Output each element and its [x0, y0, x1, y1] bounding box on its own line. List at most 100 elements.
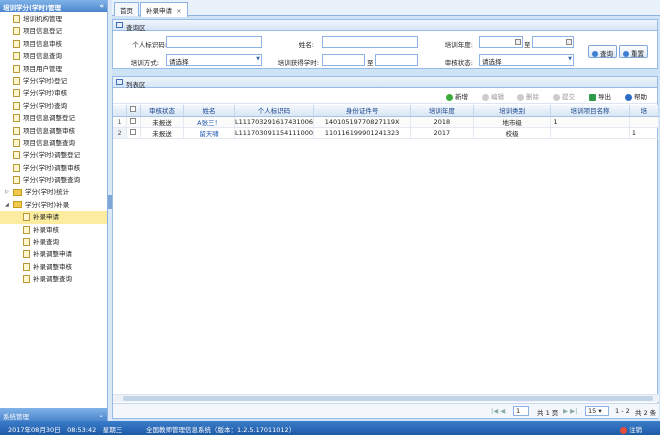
- page-icon: [23, 262, 30, 271]
- id-input[interactable]: [166, 36, 262, 48]
- delete-icon: [517, 93, 524, 101]
- column-header[interactable]: 身份证件号: [313, 105, 412, 117]
- chevron-down-icon[interactable]: ◢: [5, 199, 9, 211]
- delete-button[interactable]: 删除: [517, 91, 539, 101]
- nav-tree: 培训机构管理 项目信息登记 项目信息审核 项目信息查询 项目用户管理 学分(学时)登记 学分…: [0, 13, 107, 286]
- sidebar-item-18[interactable]: 补录查询: [0, 236, 107, 248]
- system-version: 全国教师管理信息系统（版本：1.2.5.17011012）: [146, 426, 296, 434]
- page-number-input[interactable]: 1: [513, 406, 529, 416]
- datetime: 2017年08月30日 08:53:42 星期三: [8, 426, 123, 434]
- sidebar-title[interactable]: 培训学分(学时)管理 «: [0, 0, 107, 12]
- sidebar-item-13[interactable]: 学分(学时)调整查询: [0, 174, 107, 186]
- export-button[interactable]: 导出: [589, 91, 611, 101]
- sidebar-item-6[interactable]: 学分(学时)审核: [0, 87, 107, 99]
- sidebar-item-label: 补录调整审核: [33, 262, 72, 271]
- list-panel: 列表区 新增 编辑 删除 提交 导出 帮助 审核状态 姓名 个人标识码 身份证件…: [112, 76, 659, 419]
- column-header[interactable]: 审核状态: [140, 105, 185, 117]
- sidebar-item-20[interactable]: 补录调整审核: [0, 261, 107, 273]
- scrollbar-thumb[interactable]: [123, 396, 653, 401]
- sidebar-item-7[interactable]: 学分(学时)查询: [0, 100, 107, 112]
- table-row[interactable]: 1 未报送 A张三！ L111703291617431006 140105197…: [113, 116, 659, 128]
- column-header[interactable]: 培训项目名称: [550, 105, 630, 117]
- page-size-select[interactable]: 15 ▾: [585, 406, 609, 416]
- column-header[interactable]: 培训类别: [473, 105, 552, 117]
- chevron-down-icon: ▼: [568, 56, 572, 62]
- calendar-icon[interactable]: [566, 39, 572, 45]
- page-icon: [23, 250, 30, 259]
- name-input[interactable]: [322, 36, 418, 48]
- calendar-icon[interactable]: [515, 39, 521, 45]
- sidebar-item-0[interactable]: 培训机构管理: [0, 13, 107, 25]
- query-panel: 查询区 个人标识码: 姓名: 培训年度: 至 培训方式: 请选择 ▼ 培训获得学时…: [112, 19, 658, 69]
- id-label: 个人标识码:: [132, 41, 167, 49]
- edit-button[interactable]: 编辑: [482, 91, 504, 101]
- sidebar-item-5[interactable]: 学分(学时)登记: [0, 75, 107, 87]
- sidebar-footer-system-admin[interactable]: 系统管理 ⌄: [0, 408, 107, 421]
- pager: |◀ ◀ 1 共 1 页 ▶ ▶| 15 ▾ 1 - 2 共 2 条: [113, 403, 659, 418]
- sidebar-item-label: 学分(学时)统计: [25, 188, 70, 197]
- submit-button[interactable]: 提交: [553, 91, 575, 101]
- column-header[interactable]: 个人标识码: [234, 105, 315, 117]
- help-button[interactable]: 帮助: [625, 91, 647, 101]
- logout-icon: [620, 426, 627, 434]
- sidebar-item-12[interactable]: 学分(学时)调整审核: [0, 162, 107, 174]
- row-checkbox[interactable]: [126, 116, 141, 128]
- sidebar-item-9[interactable]: 项目信息调整审核: [0, 125, 107, 137]
- page-icon: [13, 151, 20, 160]
- sidebar-item-3[interactable]: 项目信息查询: [0, 50, 107, 62]
- chevron-right-icon[interactable]: ▷: [5, 186, 9, 198]
- tab-home[interactable]: 首页: [114, 2, 139, 16]
- select-all-checkbox[interactable]: [126, 105, 141, 117]
- sidebar-item-19[interactable]: 补录调整申请: [0, 248, 107, 260]
- row-checkbox[interactable]: [126, 127, 141, 139]
- method-select[interactable]: 请选择 ▼: [166, 54, 262, 66]
- record-range: 1 - 2: [615, 407, 630, 415]
- status-select[interactable]: 请选择 ▼: [479, 54, 574, 66]
- sidebar-item-label: 学分(学时)调整登记: [23, 151, 81, 160]
- tab-supplement-apply[interactable]: 补录申请 ×: [140, 2, 188, 17]
- total-pages: 共 1 页: [537, 409, 559, 417]
- name-link[interactable]: A张三！: [183, 116, 235, 128]
- page-icon: [23, 275, 30, 284]
- year-from-input[interactable]: [479, 36, 523, 48]
- page-icon: [13, 15, 20, 23]
- column-header[interactable]: 姓名: [183, 105, 235, 117]
- sidebar-item-10[interactable]: 项目信息调整查询: [0, 137, 107, 149]
- sidebar-item-21[interactable]: 补录调整查询: [0, 273, 107, 285]
- sidebar-item-label: 项目信息审核: [23, 39, 62, 48]
- reset-button[interactable]: 重置: [619, 45, 648, 58]
- add-button[interactable]: 新增: [446, 91, 468, 101]
- search-button[interactable]: 查询: [588, 45, 617, 58]
- record-total: 共 2 条: [635, 409, 657, 417]
- sidebar-item-16[interactable]: 补录申请: [0, 211, 107, 224]
- sidebar-item-14[interactable]: ▷ 学分(学时)统计: [0, 186, 107, 198]
- page-icon: [13, 163, 20, 172]
- page-icon: [13, 126, 20, 135]
- sidebar-item-2[interactable]: 项目信息审核: [0, 38, 107, 50]
- name-link[interactable]: 留天啸: [183, 127, 235, 139]
- sidebar-item-11[interactable]: 学分(学时)调整登记: [0, 149, 107, 161]
- table-row[interactable]: 2 未报送 留天啸 L111703091154111000 1101161999…: [113, 127, 659, 139]
- sidebar-item-label: 项目信息登记: [23, 27, 62, 36]
- sidebar-item-17[interactable]: 补录审核: [0, 224, 107, 236]
- column-header[interactable]: 培: [629, 105, 659, 117]
- sidebar-item-1[interactable]: 项目信息登记: [0, 25, 107, 37]
- sidebar-item-4[interactable]: 项目用户管理: [0, 63, 107, 75]
- collapse-icon[interactable]: «: [99, 2, 104, 10]
- hours-from-input[interactable]: [322, 54, 365, 66]
- sidebar-item-8[interactable]: 项目信息调整登记: [0, 112, 107, 124]
- next-page-icon[interactable]: ▶ ▶|: [563, 407, 577, 415]
- logout-button[interactable]: 注销: [620, 424, 642, 434]
- close-icon[interactable]: ×: [176, 7, 181, 15]
- chevron-down-icon[interactable]: ⌄: [99, 411, 104, 419]
- column-header[interactable]: 培训年度: [410, 105, 474, 117]
- hours-to-input[interactable]: [375, 54, 418, 66]
- horizontal-scrollbar[interactable]: [113, 394, 659, 402]
- sidebar-item-label: 补录调整查询: [33, 275, 72, 284]
- year-to-input[interactable]: [532, 36, 574, 48]
- status-label: 审核状态:: [444, 59, 473, 67]
- list-toolbar: 新增 编辑 删除 提交 导出 帮助: [113, 89, 657, 104]
- list-panel-header: 列表区: [113, 77, 657, 89]
- sidebar-item-15[interactable]: ◢ 学分(学时)补录: [0, 199, 107, 211]
- first-page-icon[interactable]: |◀ ◀: [491, 407, 505, 415]
